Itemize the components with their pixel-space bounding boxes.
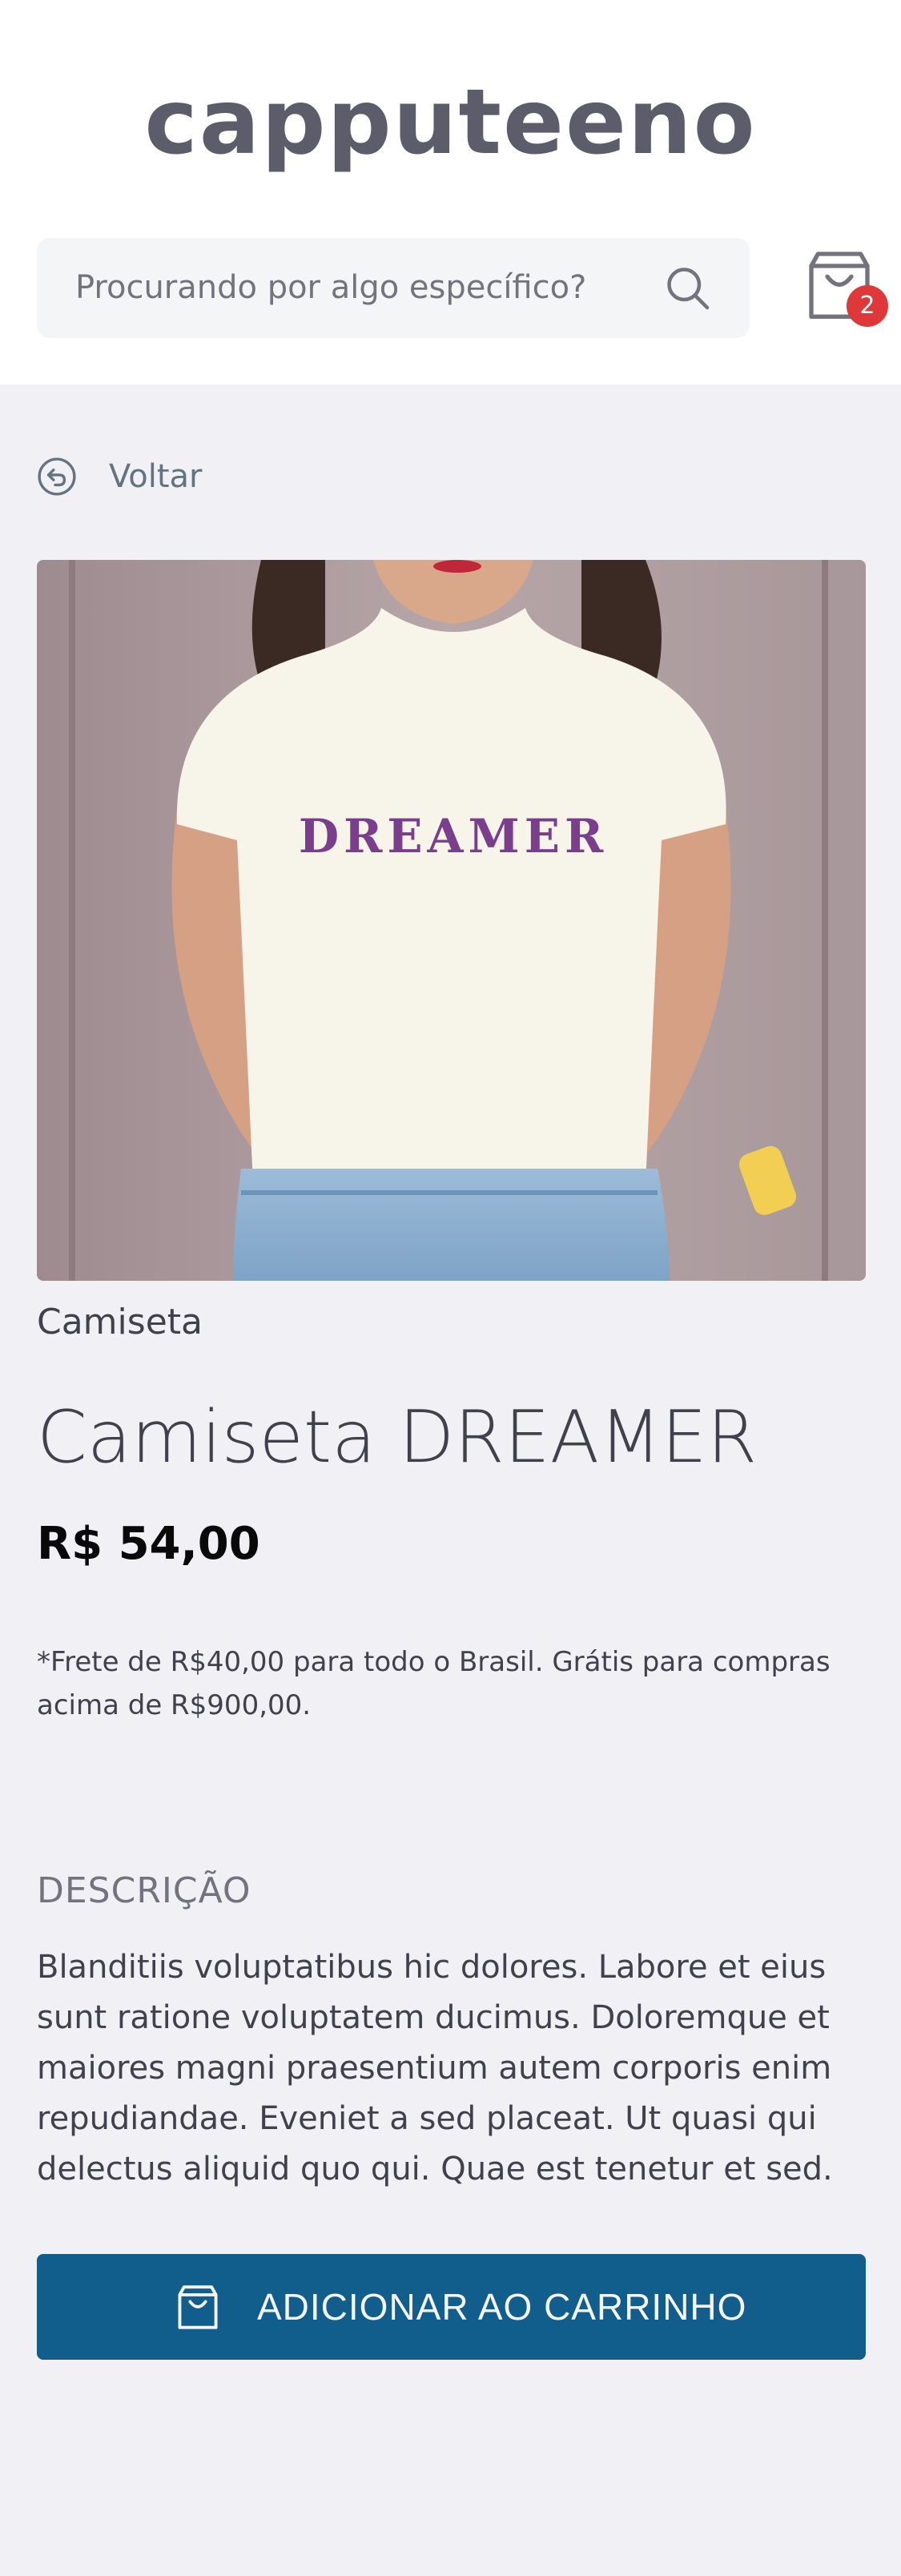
shipping-note: *Frete de R$40,00 para todo o Brasil. Gr…: [37, 1646, 831, 1721]
back-label: Voltar: [109, 458, 203, 495]
product-title: Camiseta DREAMER: [37, 1395, 758, 1479]
product-category: Camiseta: [37, 1302, 203, 1342]
search-icon[interactable]: [663, 264, 711, 312]
page-header: capputeeno Procurando por algo específic…: [0, 0, 901, 384]
shirt-print-text: DREAMER: [299, 809, 608, 863]
add-to-cart-label: ADICIONAR AO CARRINHO: [257, 2286, 747, 2328]
search-input[interactable]: Procurando por algo específico?: [37, 238, 750, 338]
description-heading: DESCRIÇÃO: [37, 1870, 251, 1911]
back-arrow-icon: [38, 457, 76, 496]
product-price: R$ 54,00: [37, 1518, 260, 1570]
add-to-cart-button[interactable]: ADICIONAR AO CARRINHO: [37, 2254, 866, 2360]
cart-count-badge: 2: [847, 285, 888, 327]
logo[interactable]: capputeeno: [0, 62, 901, 183]
shopping-bag-icon: [178, 2285, 218, 2329]
product-image: DREAMER: [37, 560, 866, 1281]
search-placeholder: Procurando por algo específico?: [75, 269, 587, 306]
product-description: Blanditiis voluptatibus hic dolores. Lab…: [37, 1949, 833, 2188]
